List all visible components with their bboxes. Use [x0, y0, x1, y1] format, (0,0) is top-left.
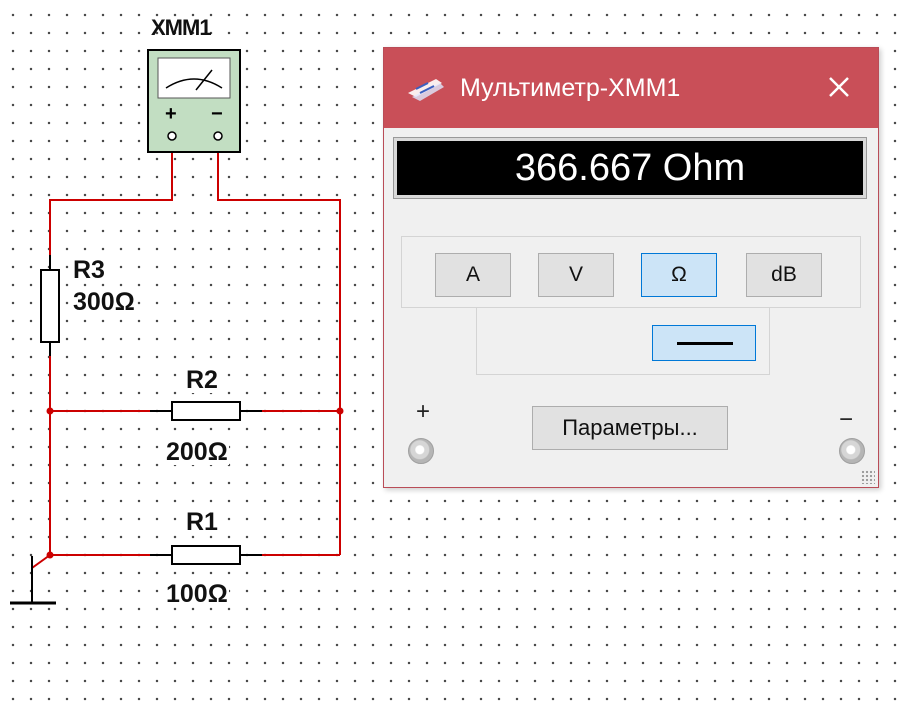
r1-value-label: 100Ω	[165, 580, 229, 608]
minus-terminal-label: −	[839, 406, 854, 433]
r2-value-label: 200Ω	[165, 438, 229, 466]
plus-terminal[interactable]	[408, 438, 434, 464]
parameters-button[interactable]: Параметры...	[532, 406, 728, 450]
close-icon	[829, 77, 849, 97]
signal-mode-panel	[476, 307, 770, 375]
mode-decibel-button[interactable]: dB	[746, 253, 822, 297]
mode-ammeter-button[interactable]: A	[435, 253, 511, 297]
resistor-r1-symbol[interactable]	[150, 545, 262, 565]
r3-ref-label: R3	[72, 256, 106, 284]
multimeter-symbol[interactable]: + −	[147, 49, 241, 153]
mode-ohmmeter-button[interactable]: Ω	[641, 253, 717, 297]
resistor-r2-symbol[interactable]	[150, 401, 262, 421]
dc-mode-button[interactable]	[652, 325, 756, 361]
ground-symbol[interactable]	[10, 556, 56, 605]
multimeter-window: Мультиметр-XMM1 366.667 Ohm A V Ω dB + П…	[383, 47, 879, 488]
window-titlebar[interactable]: Мультиметр-XMM1	[384, 48, 878, 128]
close-button[interactable]	[822, 70, 856, 104]
window-title: Мультиметр-XMM1	[460, 74, 681, 102]
mode-panel: A V Ω dB	[401, 236, 861, 308]
r1-ref-label: R1	[185, 508, 219, 536]
mode-voltmeter-button[interactable]: V	[538, 253, 614, 297]
r3-value-label: 300Ω	[72, 288, 136, 316]
minus-terminal[interactable]	[839, 438, 865, 464]
resize-grip-icon[interactable]	[861, 470, 875, 484]
plus-terminal-label: +	[416, 398, 431, 425]
meter-plus-label: +	[165, 103, 177, 125]
multisim-app-icon	[406, 75, 446, 106]
resistor-r3-symbol[interactable]	[40, 255, 60, 356]
measurement-display: 366.667 Ohm	[393, 137, 867, 199]
multimeter-ref-label: XMM1	[151, 15, 212, 40]
dc-line-icon	[677, 342, 733, 345]
r2-ref-label: R2	[185, 366, 219, 394]
meter-minus-label: −	[211, 103, 223, 125]
